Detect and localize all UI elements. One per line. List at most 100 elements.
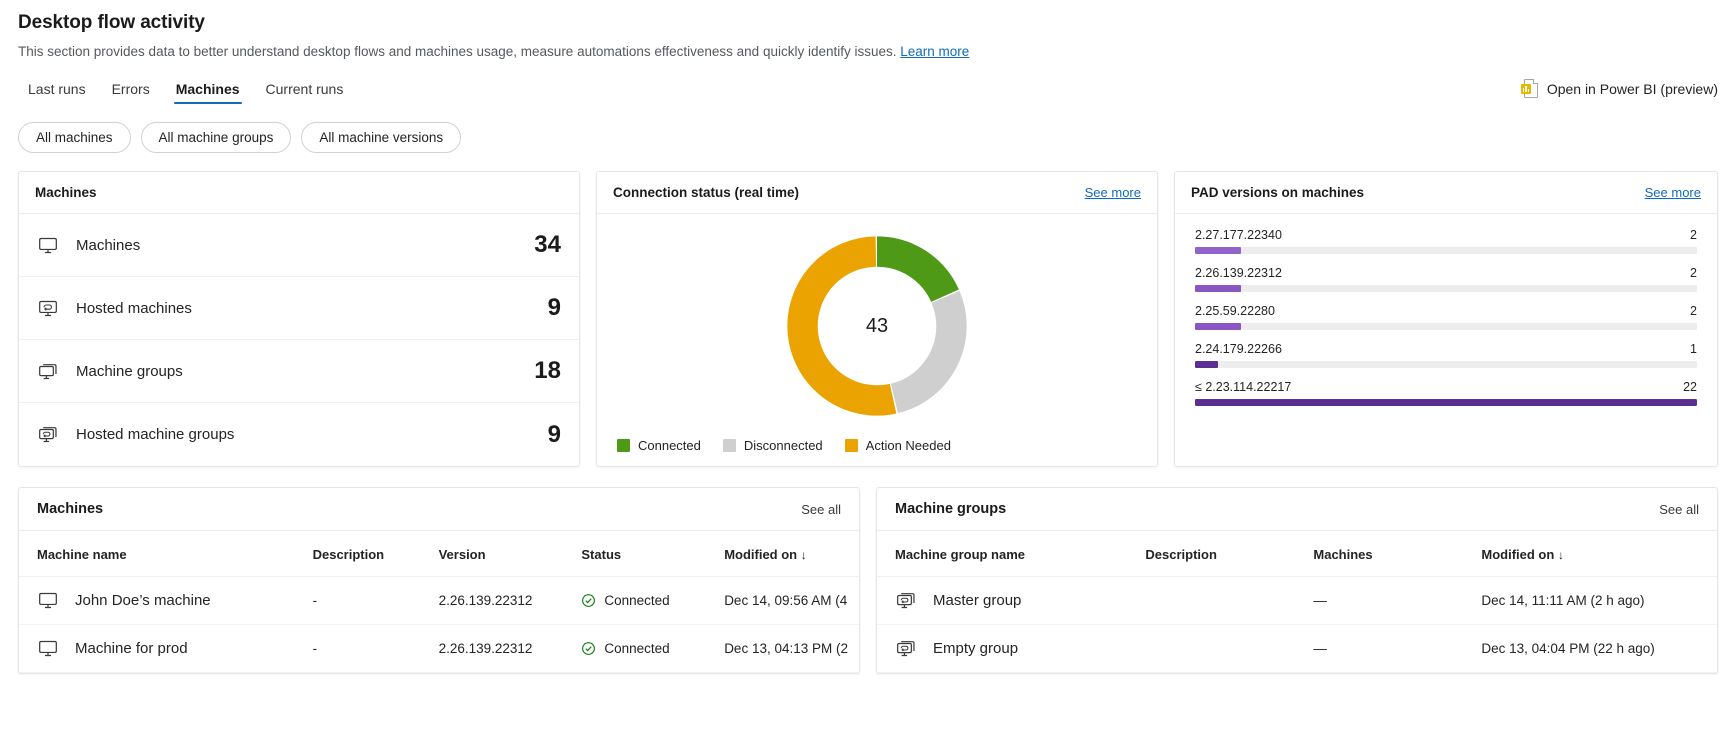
- donut-legend: Connected Disconnected Action Needed: [597, 424, 951, 465]
- pad-versions-see-more-link[interactable]: See more: [1645, 185, 1701, 200]
- pad-version-item[interactable]: 2.27.177.22340 2: [1195, 228, 1697, 254]
- column-header-description[interactable]: Description: [1137, 531, 1306, 577]
- pad-version-line: 2.24.179.22266 1: [1195, 342, 1697, 356]
- column-header-modified-on[interactable]: Modified on ↓: [1473, 531, 1717, 577]
- pad-version-count: 2: [1690, 266, 1697, 280]
- pad-version-label: 2.25.59.22280: [1195, 304, 1275, 318]
- stat-value: 18: [534, 357, 561, 384]
- summary-card-row: Machines Machines 34 Hosted machines 9 M…: [0, 153, 1736, 467]
- tab-bar: Last runs Errors Machines Current runs O…: [0, 75, 1736, 106]
- stat-label: Machines: [76, 236, 141, 254]
- pad-version-item[interactable]: 2.25.59.22280 2: [1195, 304, 1697, 330]
- tab-machines[interactable]: Machines: [166, 75, 250, 106]
- donut-chart: 43: [779, 228, 975, 424]
- connection-status-card-header: Connection status (real time) See more: [597, 172, 1157, 214]
- filter-all-machine-groups[interactable]: All machine groups: [140, 122, 292, 153]
- machine-groups-table-card: Machine groups See all Machine group nam…: [876, 487, 1718, 674]
- monitor-icon: [39, 237, 57, 253]
- status-connected-icon: [582, 594, 596, 607]
- status-connected-icon: [582, 642, 596, 655]
- legend-label: Disconnected: [743, 438, 823, 453]
- filter-all-machines[interactable]: All machines: [18, 122, 131, 153]
- cell-modified-on: Dec 14, 09:56 AM (4: [716, 576, 859, 625]
- pad-version-item[interactable]: ≤ 2.23.114.22217 22: [1195, 380, 1697, 406]
- column-header-machine-name[interactable]: Machine name: [19, 531, 305, 577]
- pad-version-item[interactable]: 2.26.139.22312 2: [1195, 266, 1697, 292]
- hosted-monitor-group-icon: [39, 427, 57, 443]
- monitor-group-icon: [39, 363, 57, 379]
- pad-version-bar-fill: [1195, 285, 1241, 292]
- machine-groups-see-all-link[interactable]: See all: [1659, 502, 1699, 517]
- table-header-row: Machine group name Description Machines …: [877, 531, 1717, 577]
- stat-label: Hosted machine groups: [76, 426, 235, 443]
- machines-table-title: Machines: [37, 501, 104, 517]
- pad-version-bar-fill: [1195, 399, 1697, 406]
- pad-version-label: ≤ 2.23.114.22217: [1195, 380, 1292, 394]
- detail-table-row: Machines See all Machine name Descriptio…: [0, 467, 1736, 674]
- cell-version: 2.26.139.22312: [430, 624, 574, 673]
- cell-machine-group-name[interactable]: Empty group: [877, 624, 1138, 673]
- cell-description: [1137, 624, 1306, 673]
- cell-machines: —: [1305, 624, 1474, 673]
- legend-item-disconnected: Disconnected: [722, 438, 823, 453]
- column-header-modified-on[interactable]: Modified on ↓: [716, 531, 859, 577]
- stat-row-machine-groups[interactable]: Machine groups 18: [19, 340, 579, 403]
- learn-more-link[interactable]: Learn more: [900, 44, 969, 59]
- pad-version-count: 22: [1683, 380, 1697, 394]
- pad-version-label: 2.27.177.22340: [1195, 228, 1282, 242]
- cell-machine-name[interactable]: John Doe’s machine: [19, 576, 305, 625]
- pad-version-bar-track: [1195, 361, 1697, 368]
- legend-item-connected: Connected: [617, 438, 701, 453]
- filter-all-machine-versions[interactable]: All machine versions: [301, 122, 462, 153]
- cell-machine-group-name[interactable]: Master group: [877, 576, 1138, 625]
- pad-versions-card-title: PAD versions on machines: [1191, 185, 1365, 200]
- column-header-modified-on-label: Modified on: [1481, 547, 1555, 562]
- cell-machine-name[interactable]: Machine for prod: [19, 624, 305, 673]
- stat-row-machines[interactable]: Machines 34: [19, 214, 579, 277]
- tab-last-runs[interactable]: Last runs: [18, 75, 96, 106]
- connection-status-see-more-link[interactable]: See more: [1085, 185, 1141, 200]
- tab-errors[interactable]: Errors: [102, 75, 160, 106]
- column-header-modified-on-label: Modified on: [724, 547, 798, 562]
- table-row[interactable]: Empty group — Dec 13, 04:04 PM (22 h ago): [877, 624, 1717, 673]
- machine-groups-table: Machine group name Description Machines …: [877, 531, 1717, 673]
- table-row[interactable]: John Doe’s machine -2.26.139.22312 Connect…: [19, 576, 859, 625]
- pad-version-bar-track: [1195, 247, 1697, 254]
- cell-modified-on: Dec 13, 04:13 PM (2: [716, 624, 859, 673]
- machine-groups-table-header: Machine groups See all: [877, 488, 1717, 531]
- legend-swatch-action-needed: [844, 439, 858, 452]
- pad-version-bar-track: [1195, 323, 1697, 330]
- machines-summary-card-header: Machines: [19, 172, 579, 214]
- table-row[interactable]: Master group — Dec 14, 11:11 AM (2 h ago): [877, 576, 1717, 625]
- pad-version-bar-fill: [1195, 323, 1241, 330]
- connection-status-chart: 43 Connected Disconnected Action Needed: [597, 214, 1157, 466]
- page-description: This section provides data to better und…: [18, 44, 1718, 59]
- column-header-machines[interactable]: Machines: [1305, 531, 1474, 577]
- column-header-version[interactable]: Version: [430, 531, 574, 577]
- machine-groups-table-title: Machine groups: [895, 501, 1007, 517]
- column-header-machine-group-name[interactable]: Machine group name: [877, 531, 1138, 577]
- status-label: Connected: [604, 641, 670, 656]
- machines-summary-card-title: Machines: [35, 185, 97, 200]
- stat-row-hosted-machines[interactable]: Hosted machines 9: [19, 277, 579, 340]
- cell-modified-on: Dec 13, 04:04 PM (22 h ago): [1473, 624, 1717, 673]
- open-in-power-bi-button[interactable]: Open in Power BI (preview): [1520, 79, 1718, 106]
- pad-versions-list: 2.27.177.22340 2 2.26.139.22312 2 2.25.59.22…: [1175, 214, 1717, 422]
- column-header-status[interactable]: Status: [573, 531, 717, 577]
- column-header-description[interactable]: Description: [304, 531, 431, 577]
- sort-descending-icon: ↓: [1557, 548, 1564, 562]
- hosted-monitor-icon: [39, 300, 57, 316]
- monitor-group-icon: [897, 593, 915, 609]
- pad-version-line: 2.26.139.22312 2: [1195, 266, 1697, 280]
- machines-summary-card: Machines Machines 34 Hosted machines 9 M…: [18, 171, 580, 467]
- legend-label: Action Needed: [865, 438, 951, 453]
- machines-see-all-link[interactable]: See all: [801, 502, 841, 517]
- table-row[interactable]: Machine for prod -2.26.139.22312 Connected…: [19, 624, 859, 673]
- stat-row-hosted-machine-groups[interactable]: Hosted machine groups 9: [19, 403, 579, 466]
- cell-description: -: [304, 576, 431, 625]
- pad-version-bar-fill: [1195, 247, 1241, 254]
- sort-descending-icon: ↓: [800, 548, 807, 562]
- pad-version-item[interactable]: 2.24.179.22266 1: [1195, 342, 1697, 368]
- tab-current-runs[interactable]: Current runs: [256, 75, 354, 106]
- cell-description: -: [304, 624, 431, 673]
